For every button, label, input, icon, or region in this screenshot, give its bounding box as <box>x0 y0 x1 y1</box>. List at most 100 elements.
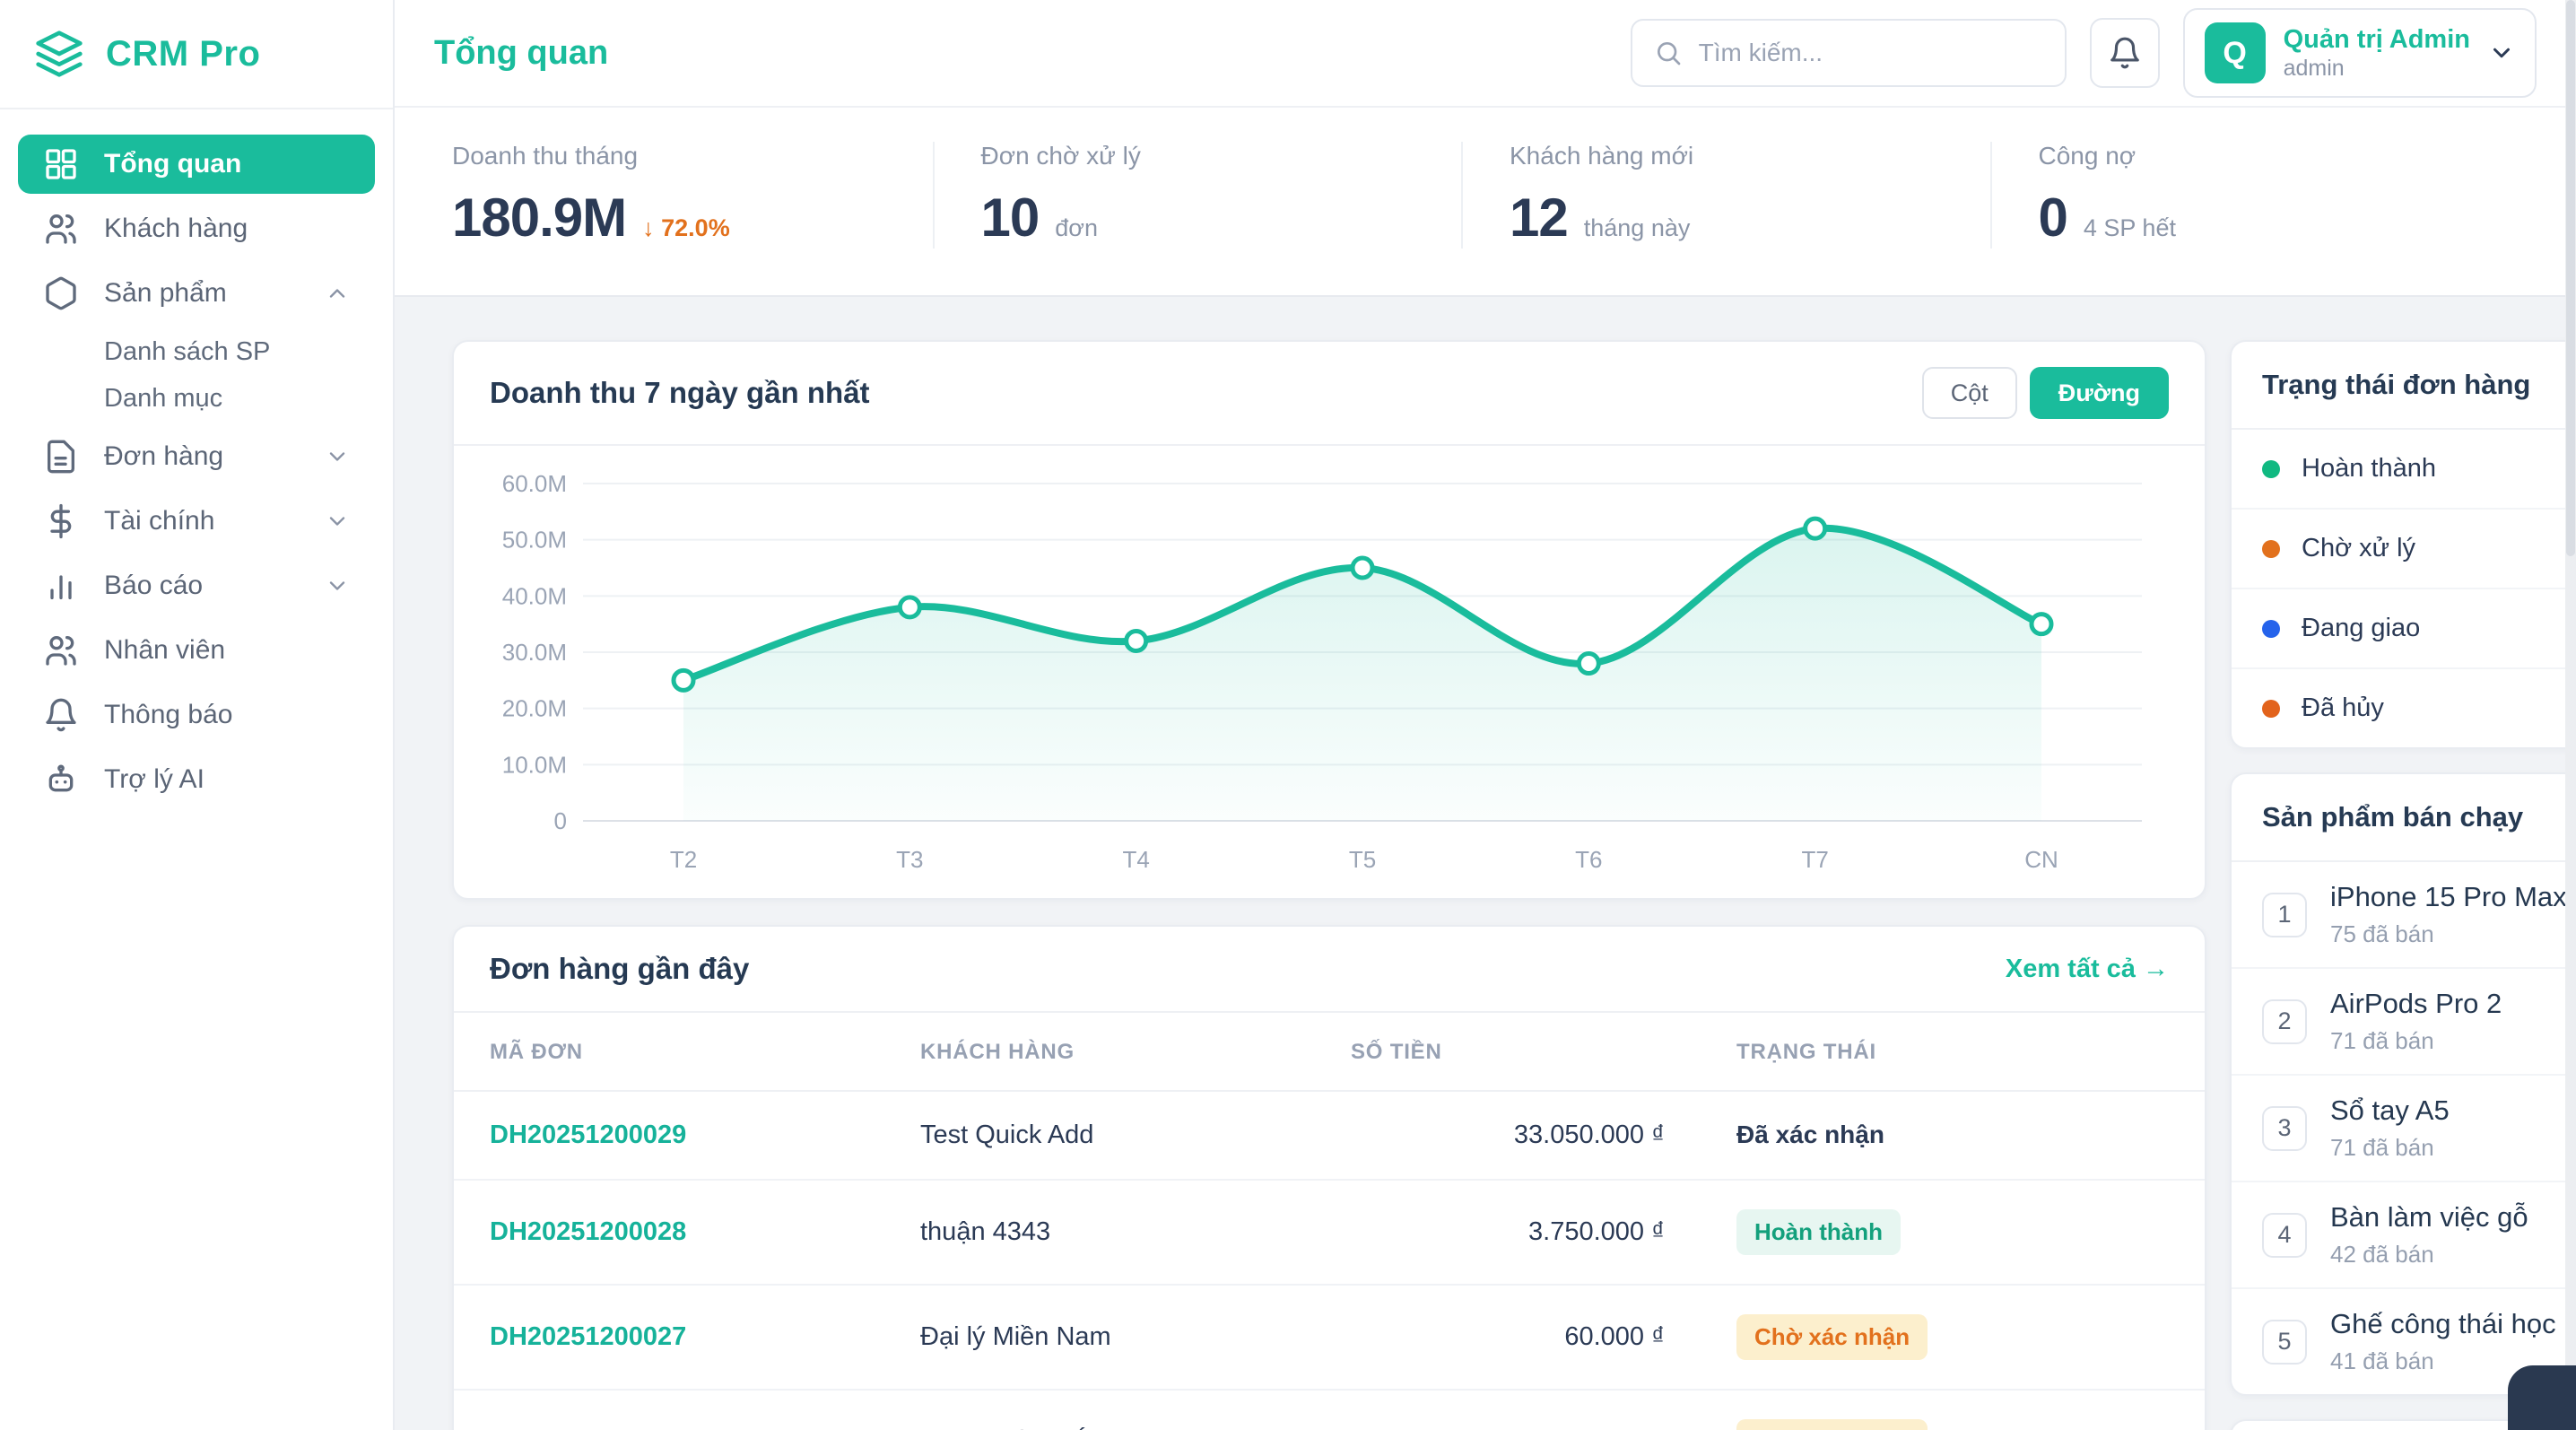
bell-icon <box>2108 36 2142 70</box>
svg-text:20.0M: 20.0M <box>502 695 567 722</box>
status-badge: Hoàn thành <box>1736 1209 1901 1255</box>
svg-text:T6: T6 <box>1575 846 1602 873</box>
hexagon-icon <box>43 275 79 311</box>
product-sold-count: 71 đã bán <box>2330 1134 2450 1162</box>
bot-icon <box>43 762 79 798</box>
top-products-header: Sản phẩm bán chạy <box>2232 774 2576 862</box>
orders-table-body: DH20251200029Test Quick Add33.050.000 ₫Đ… <box>454 1091 2205 1430</box>
product-rank: 2 <box>2262 999 2307 1044</box>
chevron-down-icon <box>325 444 350 469</box>
chart-icon <box>43 568 79 604</box>
status-legend-item-pending: Chờ xử lý <box>2232 510 2576 589</box>
orders-card-header: Đơn hàng gần đây Xem tất cả → <box>454 927 2205 1013</box>
search-icon <box>1654 39 1683 67</box>
sidebar-item-label: Trợ lý AI <box>104 764 350 795</box>
stat-pending-orders: Đơn chờ xử lý 10đơn <box>933 142 1462 249</box>
revenue-line-chart: 60.0M50.0M40.0M30.0M20.0M10.0M0T2T3T4T5T… <box>486 458 2172 880</box>
sidebar-item-customers[interactable]: Khách hàng <box>18 199 375 258</box>
product-name: AirPods Pro 2 <box>2330 988 2502 1020</box>
scrollbar-thumb[interactable] <box>2566 0 2575 556</box>
status-legend-item-completed: Hoàn thành <box>2232 430 2576 510</box>
chart-toggle-line[interactable]: Đường <box>2030 367 2169 419</box>
stat-value: 0 <box>2039 187 2067 249</box>
product-item: 4Bàn làm việc gỗ42 đã bán <box>2232 1182 2576 1289</box>
topbar-actions: Q Quản trị Admin admin <box>1631 8 2537 98</box>
order-status-card: Trạng thái đơn hàng Hoàn thànhChờ xử lýĐ… <box>2230 340 2576 749</box>
stat-debt: Công nợ 04 SP hết <box>1990 142 2519 249</box>
stat-label: Đơn chờ xử lý <box>981 142 1462 170</box>
search-input[interactable] <box>1699 39 2043 67</box>
view-all-link[interactable]: Xem tất cả → <box>2006 955 2169 984</box>
chart-card-header: Doanh thu 7 ngày gần nhất CộtĐường <box>454 342 2205 446</box>
stat-monthly-revenue: Doanh thu tháng 180.9M↓ 72.0% <box>452 142 933 249</box>
product-item: 2AirPods Pro 271 đã bán <box>2232 969 2576 1076</box>
user-menu[interactable]: Q Quản trị Admin admin <box>2183 8 2537 98</box>
status-badge: Chờ xác nhận <box>1736 1314 1928 1360</box>
column-header-order-id: MÃ ĐƠN <box>454 1013 902 1091</box>
product-name: iPhone 15 Pro Max 256GB <box>2330 881 2576 913</box>
logo-text: CRM Pro <box>106 34 260 74</box>
stat-unit: 4 SP hết <box>2084 214 2176 242</box>
sidebar-item-products[interactable]: Sản phẩm <box>18 264 375 323</box>
stat-value: 10 <box>981 187 1040 249</box>
sidebar-item-staff[interactable]: Nhân viên <box>18 621 375 680</box>
chart-body: 60.0M50.0M40.0M30.0M20.0M10.0M0T2T3T4T5T… <box>454 446 2205 898</box>
floating-chat-button[interactable] <box>2508 1365 2576 1430</box>
svg-text:T5: T5 <box>1349 846 1376 873</box>
chart-toggle-group: CộtĐường <box>1922 367 2169 419</box>
chevron-down-icon <box>325 573 350 598</box>
product-name: Ghế công thái học <box>2330 1308 2556 1340</box>
search-box[interactable] <box>1631 19 2067 87</box>
user-name: Quản trị Admin <box>2284 24 2470 56</box>
column-header-customer: KHÁCH HÀNG <box>902 1013 1333 1091</box>
notifications-button[interactable] <box>2090 18 2160 88</box>
product-rank: 1 <box>2262 893 2307 937</box>
status-dot <box>2262 620 2280 638</box>
order-id-link[interactable]: DH20251200027 <box>490 1322 686 1351</box>
layers-logo-icon <box>34 29 84 79</box>
sidebar-subitem-categories[interactable]: Danh mục <box>18 375 375 422</box>
order-row[interactable]: DH20251200026Đại lý Miền Bắc110.000 ₫Chờ… <box>454 1390 2205 1430</box>
sidebar-item-overview[interactable]: Tổng quan <box>18 135 375 194</box>
avatar: Q <box>2205 22 2266 83</box>
user-role: admin <box>2284 56 2470 82</box>
svg-text:60.0M: 60.0M <box>502 470 567 497</box>
stat-new-customers: Khách hàng mới 12tháng này <box>1461 142 1990 249</box>
main-area: Tổng quan Q Quản trị Admin <box>395 0 2576 1430</box>
sidebar-item-label: Tài chính <box>104 506 300 536</box>
scrollbar[interactable] <box>2565 0 2576 1430</box>
status-dot <box>2262 700 2280 718</box>
order-amount: 3.750.000 ₫ <box>1333 1180 1719 1285</box>
order-id-link[interactable]: DH20251200028 <box>490 1217 686 1246</box>
sidebar-item-label: Sản phẩm <box>104 278 300 309</box>
status-label: Hoàn thành <box>2302 454 2436 484</box>
chart-toggle-bar[interactable]: Cột <box>1922 367 2017 419</box>
sidebar-item-label: Đơn hàng <box>104 441 300 472</box>
sidebar-item-notifications[interactable]: Thông báo <box>18 685 375 745</box>
order-row[interactable]: DH20251200029Test Quick Add33.050.000 ₫Đ… <box>454 1091 2205 1180</box>
status-label: Đã hủy <box>2302 693 2384 723</box>
recent-orders-card: Đơn hàng gần đây Xem tất cả → MÃ ĐƠN KHÁ… <box>452 925 2206 1430</box>
sidebar-item-orders[interactable]: Đơn hàng <box>18 427 375 486</box>
order-row[interactable]: DH20251200027Đại lý Miền Nam60.000 ₫Chờ … <box>454 1285 2205 1390</box>
file-icon <box>43 439 79 475</box>
sidebar-item-ai-assistant[interactable]: Trợ lý AI <box>18 750 375 809</box>
order-id-link[interactable]: DH20251200029 <box>490 1120 686 1149</box>
stat-label: Khách hàng mới <box>1510 142 1990 170</box>
order-amount: 60.000 ₫ <box>1333 1285 1719 1390</box>
app-root: CRM Pro Tổng quanKhách hàng Sản phẩm Danh … <box>0 0 2576 1430</box>
column-header-status: TRẠNG THÁI <box>1719 1013 2205 1091</box>
sidebar-item-finance[interactable]: Tài chính <box>18 492 375 551</box>
svg-text:0: 0 <box>554 807 567 834</box>
order-row[interactable]: DH20251200028 thuận 43433.750.000 ₫ Hoàn t… <box>454 1180 2205 1285</box>
top-products-list: 1 iPhone 15 Pro Max 256GB 75 đã bán 2 AirPod… <box>2232 862 2576 1394</box>
order-customer: thuận 4343 <box>902 1180 1333 1285</box>
product-rank: 4 <box>2262 1213 2307 1258</box>
logo: CRM Pro <box>0 0 393 109</box>
sidebar-subitem-product-list[interactable]: Danh sách SP <box>18 328 375 375</box>
stats-bar: Doanh thu tháng 180.9M↓ 72.0% Đơn chờ xử… <box>395 108 2576 297</box>
status-dot <box>2262 540 2280 558</box>
sidebar-item-reports[interactable]: Báo cáo <box>18 556 375 615</box>
product-sold-count: 75 đã bán <box>2330 920 2576 948</box>
svg-text:T4: T4 <box>1122 846 1149 873</box>
